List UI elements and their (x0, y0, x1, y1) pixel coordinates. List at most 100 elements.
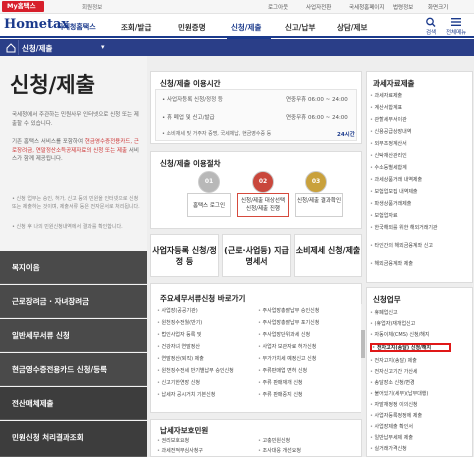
major-doc-link[interactable]: 주사업장총괄납부 포기신청 (258, 319, 320, 326)
tax-data-link[interactable]: 신탁재산관리인 (370, 152, 407, 159)
apply-task-link[interactable]: 사업장제출 확인서 (370, 423, 413, 430)
procedure-title: 신청/제출 이용절차 (160, 159, 221, 168)
home-icon[interactable] (4, 40, 19, 55)
note-result: • 신청 후 나의 민원신청내역에서 결과를 확인합니다. (12, 224, 123, 230)
major-doc-link[interactable]: 사업자 보관자료 허가신청 (258, 343, 317, 350)
nts-homepage-link[interactable]: 국세청홈페이지 (349, 3, 384, 11)
apply-task-link[interactable]: 자동이체(CMS) 신청/해지 (370, 331, 430, 338)
major-doc-link[interactable]: 납세자 공시거치 기본신청 (157, 391, 216, 398)
major-doc-link[interactable]: 주사업장총괄납부 승인신청 (258, 307, 320, 314)
usage-row-value: 24시간 (337, 132, 355, 138)
tax-data-link[interactable]: 해외금융계좌 제출 (370, 260, 413, 267)
nav-consult[interactable]: 상담/제보 (337, 22, 367, 33)
page-title: 신청/제출 (10, 72, 95, 97)
side-menu-general-docs[interactable]: 일반세무서류 신청 (0, 319, 147, 352)
apply-task-link[interactable]: 사업자등록정정에 제출 (370, 412, 423, 419)
breadcrumb (0, 39, 474, 56)
business-registration-button[interactable]: 사업자등록 신청/정정 등 (150, 234, 219, 277)
step-1-label: 홈택스 로그인 (187, 193, 231, 217)
tax-data-link[interactable]: 신용공급상장내역 (370, 128, 412, 135)
apply-tasks-scroll-thumb[interactable] (361, 330, 365, 358)
side-menu-media-submit[interactable]: 전산매체제출 (0, 387, 147, 420)
major-doc-link[interactable]: 부가가치세 예정신고 신청 (258, 355, 317, 362)
chevron-down-icon[interactable]: ▾ (101, 43, 105, 51)
major-docs-title: 주요세무서류신청 바로가기 (160, 294, 246, 303)
taxpayer-right-link[interactable]: 과세전적부심사청구 (157, 447, 203, 454)
all-menu-label: 전체메뉴 (446, 30, 467, 36)
tax-data-link[interactable]: 계산서합계표 (370, 104, 403, 111)
intro-text: 국세청에서 주관하는 민원사무 인터넷으로 신청 또는 제출할 수 있습니다. (12, 112, 139, 127)
tax-data-link[interactable]: 관할세무서이관 (370, 116, 407, 123)
apply-task-link[interactable]: 송달장소 신청/변경 (370, 379, 415, 386)
payment-statement-button[interactable]: (근로·사업등) 지급명세서 (222, 234, 291, 277)
usage-row-label: • 사업자등록 신청/정정 등 (162, 97, 223, 103)
tax-data-link[interactable]: 과세자료제출 (370, 92, 403, 99)
apply-task-link[interactable]: 불어있기(세무)(납부대행) (370, 390, 429, 397)
usage-row-label: • 소비재세 및 거주자 증명, 국세체납, 현금영수증 등 (162, 131, 272, 137)
hometax-logo-sub: 국세청홈택스 (57, 23, 96, 31)
apply-task-link[interactable]: 전자신고기간 가산세 (370, 368, 418, 375)
major-doc-link[interactable]: 법인사업자 등록 및 (157, 331, 202, 338)
step-2-label: 신청/제출 대상선택 신청/제출 진행 (237, 193, 289, 217)
apply-task-link[interactable]: 일반납부세제 제출 (370, 434, 413, 441)
major-doc-link[interactable]: 연말정산(퇴직) 제출 (157, 355, 204, 362)
nav-apply-submit[interactable]: 신청/제출 (231, 22, 261, 33)
tax-data-link[interactable]: 보험업자료 (370, 212, 398, 219)
apply-task-link[interactable]: 자발재정정 이의신청 (370, 401, 418, 408)
usage-time-title: 신청/제출 이용시간 (160, 79, 221, 88)
law-info-link[interactable]: 법령정보 (393, 3, 413, 11)
apply-task-link[interactable]: 실거래가격신청 (370, 445, 407, 452)
side-menu-result-lookup[interactable]: 민원신청 처리결과조회 (0, 421, 147, 457)
menu-icon[interactable] (449, 17, 463, 27)
tax-data-link[interactable]: 보험업모집 내역제출 (370, 188, 418, 195)
nav-inquiry[interactable]: 조회/발급 (121, 22, 151, 33)
apply-task-link[interactable]: 전자고지(송달) 제출 (370, 357, 417, 364)
highlight-box (370, 343, 451, 352)
usage-row-value: 연중무휴 06:00 ~ 24:00 (286, 97, 348, 103)
tax-data-link[interactable]: 타인간의 해외금융계좌 신고 (370, 242, 470, 249)
business-switch-link[interactable]: 사업자전환 (306, 3, 331, 11)
service-description: 기존 홈택스 서비스를 포함하여 현금영수증전용카드, 근로장려금, 연말정산소… (12, 138, 140, 164)
usage-row-label: • 휴 폐업 및 신고/발급 (162, 115, 215, 121)
side-menu-welfare[interactable]: 복지이음 (0, 251, 147, 284)
step-1-badge: 01 (198, 171, 220, 193)
logout-link[interactable]: 로그아웃 (268, 3, 288, 11)
usage-row-value: 연중무휴 06:00 ~ 24:00 (286, 115, 348, 121)
tax-data-link[interactable]: 수소등별세합계 (370, 164, 407, 171)
tax-data-title: 과세자료제출 (373, 79, 415, 88)
my-hometax-button[interactable]: My홈택스 (2, 1, 44, 12)
major-doc-link[interactable]: 사업장(공공기관) (157, 307, 198, 314)
major-doc-link[interactable]: 신고기한연장 신청 (157, 379, 200, 386)
note-apply: • 신청 업무는 승인, 허가, 신고 등의 민원을 인터넷으로 신청 또는 제… (12, 196, 140, 210)
tax-data-link[interactable]: 과세상품거래 내역제출 (370, 176, 423, 183)
major-doc-link[interactable]: 주류 판매중지 신청 (258, 391, 303, 398)
major-doc-link[interactable]: 주류판매업 면허 신청 (258, 367, 308, 374)
major-doc-link[interactable]: 건강자녀 연말정산 (157, 343, 200, 350)
consumption-tax-button[interactable]: 소비제세 신청/제출 (294, 234, 362, 277)
screen-size-link[interactable]: 화면크기 (428, 3, 448, 11)
service-desc-prefix: 기존 홈택스 서비스를 포함하여 (12, 139, 84, 145)
tax-data-link[interactable]: 한국해외를 위한 해외거래기관 (370, 224, 470, 231)
search-icon[interactable] (424, 17, 438, 27)
tax-data-link[interactable]: 외부조정계산서 (370, 140, 407, 147)
member-info-link[interactable]: 회원정보 (82, 3, 102, 11)
major-doc-link[interactable]: 주사업장단위과세 신청 (258, 331, 311, 338)
apply-tasks-scrollbar[interactable] (361, 304, 365, 414)
apply-task-link[interactable]: 휴폐업신고 (370, 309, 398, 316)
side-menu-cash-receipt[interactable]: 현금영수증전용카드 신청/등록 (0, 353, 147, 386)
major-doc-link[interactable]: 원천징수전월(반기) (157, 319, 203, 326)
apply-task-link[interactable]: (휴업자)재개업신고 (370, 320, 416, 327)
tax-data-link[interactable]: 파생상품거래제출 (370, 200, 412, 207)
search-label: 검색 (426, 30, 437, 36)
side-menu-incentive[interactable]: 근로장려금 · 자녀장려금 (0, 285, 147, 318)
nav-certificate[interactable]: 민원증명 (178, 22, 206, 33)
nav-report-pay[interactable]: 신고/납부 (285, 22, 315, 33)
taxpayer-right-link[interactable]: 고충민원신청 (258, 437, 291, 444)
major-doc-link[interactable]: 원천징수전세 반기별납부 승인신청 (157, 367, 257, 374)
step-3-badge: 03 (305, 171, 327, 193)
taxpayer-rights-title: 납세자보호민원 (160, 426, 209, 435)
taxpayer-right-link[interactable]: 조사대응 개선요청 (258, 447, 301, 454)
taxpayer-right-link[interactable]: 권리보호요청 (157, 437, 190, 444)
breadcrumb-current[interactable]: 신청/제출 (22, 43, 52, 54)
major-doc-link[interactable]: 주류 판매재개 신청 (258, 379, 303, 386)
